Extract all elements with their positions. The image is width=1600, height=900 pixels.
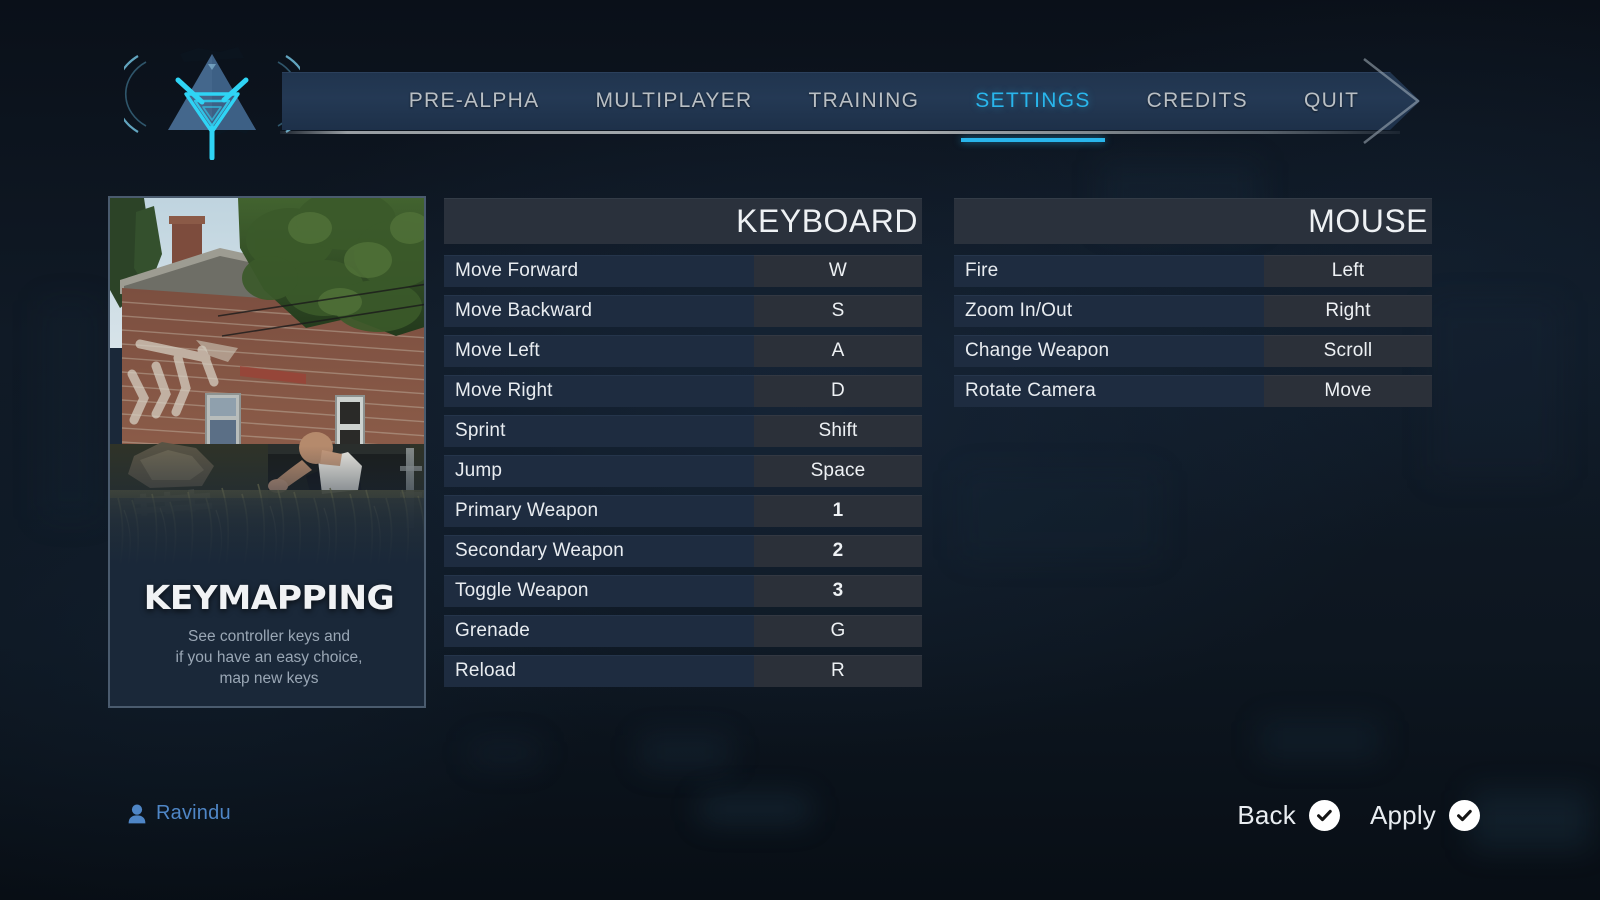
binding-row[interactable]: Move Backward S [444, 295, 922, 327]
binding-action-label: Secondary Weapon [444, 535, 754, 567]
user-profile-chip[interactable]: Ravindu [128, 802, 231, 825]
binding-action-label: Move Right [444, 375, 754, 407]
binding-action-label: Move Left [444, 335, 754, 367]
mouse-row-list: Fire Left Zoom In/Out Right Change Weapon Scr… [954, 255, 1432, 407]
binding-key-value[interactable]: S [754, 295, 922, 327]
nav-item-pre-alpha[interactable]: PRE-ALPHA [381, 72, 568, 130]
promo-screenshot-image [110, 198, 424, 566]
background-blur-shape [40, 300, 100, 520]
person-icon [128, 804, 146, 823]
user-name-label: Ravindu [156, 802, 231, 824]
background-blur-shape [1470, 790, 1590, 850]
binding-action-label: Reload [444, 655, 754, 687]
mouse-table-header: MOUSE [954, 198, 1432, 244]
binding-action-label: Move Forward [444, 255, 754, 287]
apply-button-label: Apply [1369, 800, 1436, 830]
keyboard-table-header: KEYBOARD [444, 198, 922, 244]
background-blur-shape [1260, 720, 1380, 760]
background-blur-shape [700, 795, 810, 823]
triangle-prism-logo-icon [114, 47, 310, 161]
check-circle-icon [1308, 800, 1340, 831]
nav-item-list: PRE-ALPHA MULTIPLAYER TRAINING SETTINGS … [282, 72, 1390, 142]
binding-row[interactable]: Reload R [444, 655, 922, 687]
back-button[interactable]: Back [1237, 800, 1340, 831]
binding-key-value[interactable]: D [754, 375, 922, 407]
binding-key-value[interactable]: W [754, 255, 922, 287]
background-blur-shape [470, 740, 540, 766]
footer-action-buttons: Back Apply [1237, 800, 1480, 831]
game-logo [114, 28, 310, 161]
binding-action-label: Move Backward [444, 295, 754, 327]
nav-divider-line [280, 131, 1400, 134]
promo-image-fade [110, 446, 424, 566]
binding-key-value[interactable]: A [754, 335, 922, 367]
binding-action-label: Fire [954, 255, 1264, 287]
binding-row[interactable]: Jump Space [444, 455, 922, 487]
binding-action-label: Sprint [444, 415, 754, 447]
background-blur-shape [960, 470, 1160, 560]
keymapping-info-card: KEYMAPPING See controller keys and if you… [108, 196, 426, 708]
promo-description-line: map new keys [219, 670, 319, 687]
keyboard-row-list: Move Forward W Move Backward S Move Left A Mov… [444, 255, 922, 687]
binding-key-value[interactable]: R [754, 655, 922, 687]
nav-item-settings[interactable]: SETTINGS [947, 72, 1118, 142]
keyboard-bindings-table: KEYBOARD Move Forward W Move Backward S Move… [444, 198, 922, 695]
mouse-bindings-table: MOUSE Fire Left Zoom In/Out Right Change Wea… [954, 198, 1432, 415]
binding-row[interactable]: Secondary Weapon 2 [444, 535, 922, 567]
binding-row[interactable]: Zoom In/Out Right [954, 295, 1432, 327]
promo-title: KEYMAPPING [143, 578, 395, 617]
binding-key-value[interactable]: 3 [754, 575, 922, 607]
binding-row[interactable]: Rotate Camera Move [954, 375, 1432, 407]
binding-action-label: Jump [444, 455, 754, 487]
binding-row[interactable]: Primary Weapon 1 [444, 495, 922, 527]
binding-row[interactable]: Move Left A [444, 335, 922, 367]
promo-description-line: See controller keys and [188, 628, 350, 645]
binding-key-value[interactable]: G [754, 615, 922, 647]
check-circle-icon [1449, 800, 1480, 831]
binding-key-value[interactable]: Move [1264, 375, 1432, 407]
binding-key-value[interactable]: Left [1264, 255, 1432, 287]
binding-row[interactable]: Move Right D [444, 375, 922, 407]
binding-action-label: Toggle Weapon [444, 575, 754, 607]
binding-action-label: Change Weapon [954, 335, 1264, 367]
binding-action-label: Rotate Camera [954, 375, 1264, 407]
background-blur-shape [1430, 300, 1560, 480]
binding-key-value[interactable]: 2 [754, 535, 922, 567]
binding-action-label: Grenade [444, 615, 754, 647]
binding-key-value[interactable]: Scroll [1264, 335, 1432, 367]
binding-key-value[interactable]: Space [754, 455, 922, 487]
binding-key-value[interactable]: 1 [754, 495, 922, 527]
binding-key-value[interactable]: Right [1264, 295, 1432, 327]
top-navigation: PRE-ALPHA MULTIPLAYER TRAINING SETTINGS … [0, 0, 1600, 170]
background-blur-shape [640, 735, 730, 769]
binding-row[interactable]: Sprint Shift [444, 415, 922, 447]
nav-item-training[interactable]: TRAINING [781, 72, 948, 130]
apply-button[interactable]: Apply [1370, 800, 1480, 831]
nav-item-multiplayer[interactable]: MULTIPLAYER [567, 72, 780, 130]
promo-description: See controller keys and if you have an ea… [110, 626, 424, 689]
nav-item-quit[interactable]: QUIT [1276, 72, 1387, 130]
back-button-label: Back [1237, 800, 1296, 830]
binding-row[interactable]: Change Weapon Scroll [954, 335, 1432, 367]
binding-row[interactable]: Grenade G [444, 615, 922, 647]
binding-row[interactable]: Fire Left [954, 255, 1432, 287]
binding-key-value[interactable]: Shift [754, 415, 922, 447]
binding-action-label: Zoom In/Out [954, 295, 1264, 327]
binding-row[interactable]: Toggle Weapon 3 [444, 575, 922, 607]
binding-action-label: Primary Weapon [444, 495, 754, 527]
promo-description-line: if you have an easy choice, [175, 649, 363, 666]
binding-row[interactable]: Move Forward W [444, 255, 922, 287]
nav-item-credits[interactable]: CREDITS [1119, 72, 1276, 130]
